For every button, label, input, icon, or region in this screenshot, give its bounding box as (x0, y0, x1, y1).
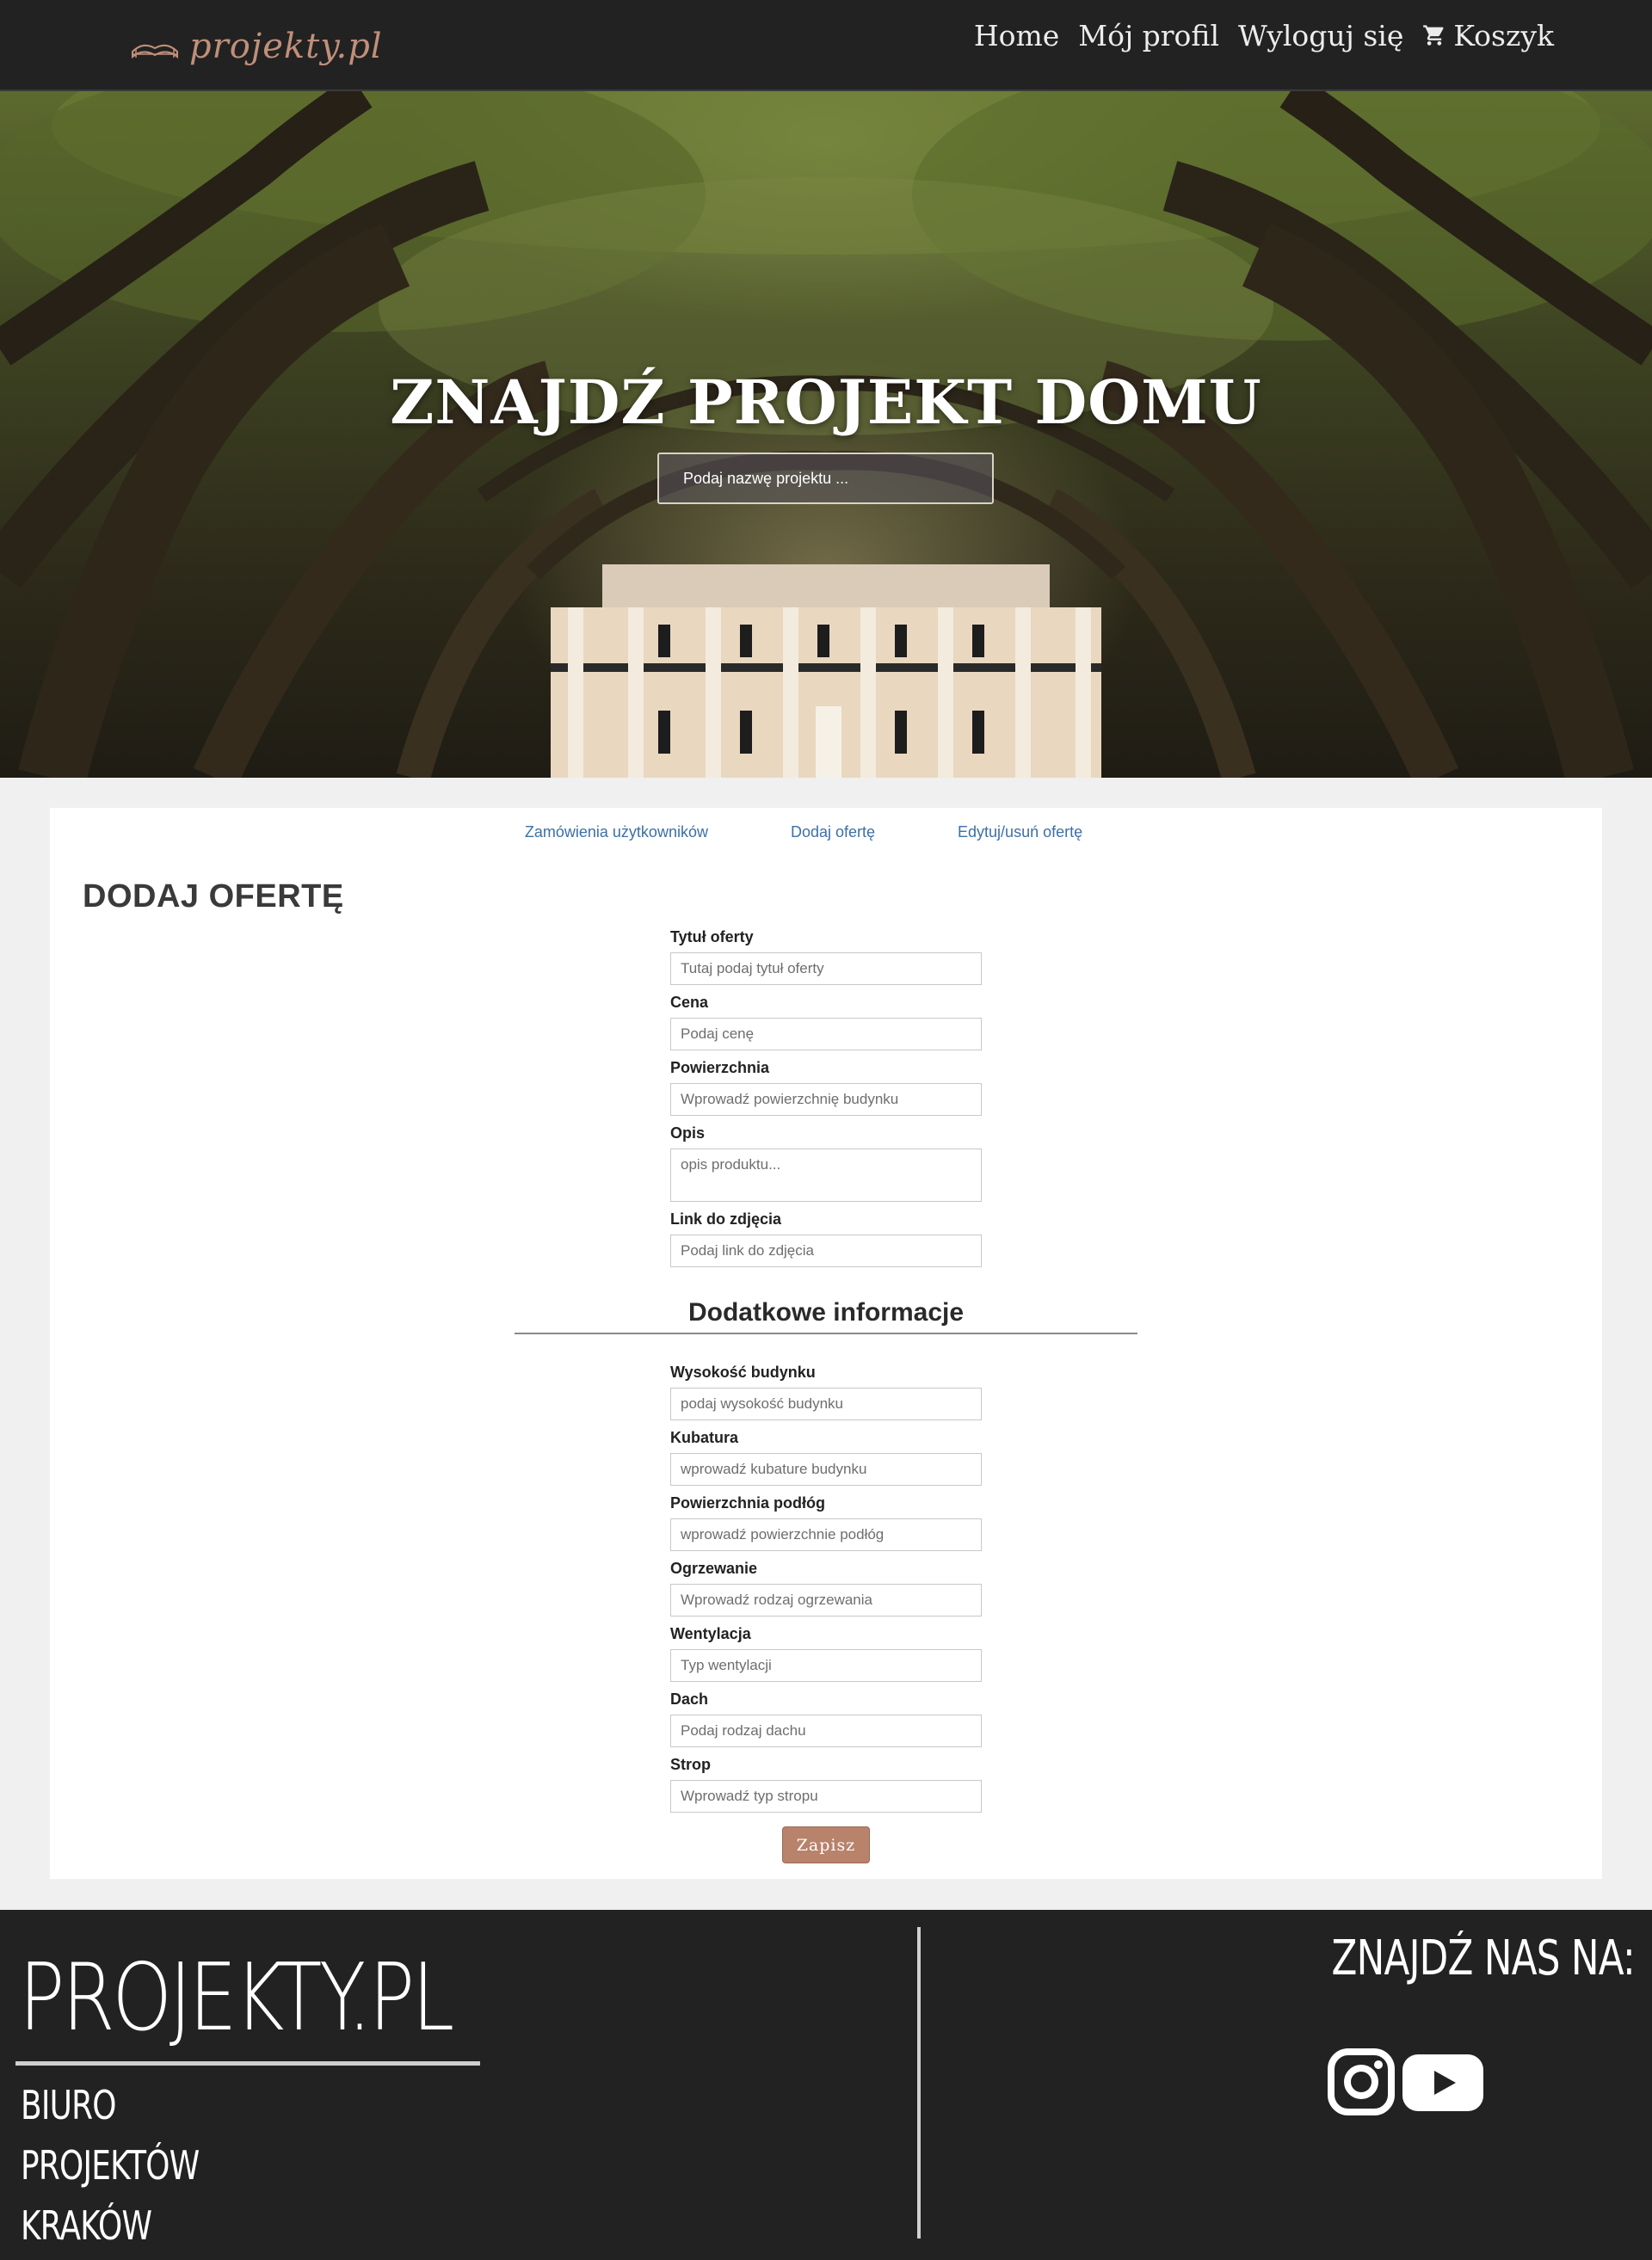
field-volume: Kubatura (670, 1429, 982, 1486)
offer-form: Tytuł oferty Cena Powierzchnia Opis Link… (670, 928, 982, 1276)
footer: PROJEKTY.PL BIURO PROJEKTÓW KRAKÓW ZNAJD… (0, 1910, 1652, 2260)
floor-area-input[interactable] (670, 1518, 982, 1551)
cart-icon (1423, 25, 1444, 46)
height-input[interactable] (670, 1388, 982, 1420)
ventilation-label: Wentylacja (670, 1625, 751, 1642)
instagram-icon[interactable] (1327, 2048, 1396, 2116)
description-textarea[interactable] (670, 1148, 982, 1202)
nav-cart-label: Koszyk (1453, 18, 1554, 52)
field-ventilation: Wentylacja (670, 1625, 982, 1682)
height-label: Wysokość budynku (670, 1364, 816, 1381)
footer-brand: PROJEKTY.PL (19, 1944, 454, 2052)
ventilation-input[interactable] (670, 1649, 982, 1682)
book-logo-icon (132, 44, 178, 59)
navbar: projekty.pl Home Mój profil Wyloguj się … (0, 0, 1652, 91)
admin-tabs: Zamówienia użytkowników Dodaj ofertę Edy… (50, 823, 1602, 841)
logo-text: projekty.pl (189, 27, 383, 66)
field-roof: Dach (670, 1690, 982, 1747)
tab-add-offer[interactable]: Dodaj ofertę (791, 823, 875, 841)
footer-divider (917, 1927, 921, 2238)
area-input[interactable] (670, 1083, 982, 1116)
ceiling-label: Strop (670, 1756, 711, 1773)
nav-home[interactable]: Home (974, 19, 1059, 52)
footer-line-projects: PROJEKTÓW (21, 2142, 200, 2189)
price-input[interactable] (670, 1018, 982, 1050)
floor-area-label: Powierzchnia podłóg (670, 1494, 826, 1512)
image-link-label: Link do zdjęcia (670, 1210, 782, 1228)
area-label: Powierzchnia (670, 1059, 770, 1076)
description-label: Opis (670, 1124, 706, 1142)
volume-label: Kubatura (670, 1429, 739, 1446)
admin-panel: Zamówienia użytkowników Dodaj ofertę Edy… (50, 808, 1602, 1879)
nav-links: Home Mój profil Wyloguj się Koszyk (974, 15, 1554, 55)
ceiling-input[interactable] (670, 1780, 982, 1813)
logo[interactable]: projekty.pl (131, 12, 383, 81)
hero-title: ZNAJDŹ PROJEKT DOMU (390, 366, 1262, 438)
nav-cart[interactable]: Koszyk (1422, 19, 1554, 52)
page-title: DODAJ OFERTĘ (83, 878, 344, 914)
roof-input[interactable] (670, 1715, 982, 1747)
heating-label: Ogrzewanie (670, 1560, 758, 1577)
youtube-icon[interactable] (1402, 2054, 1483, 2111)
footer-line-city: KRAKÓW (21, 2202, 152, 2249)
image-link-input[interactable] (670, 1235, 982, 1267)
field-area: Powierzchnia (670, 1059, 982, 1116)
roof-label: Dach (670, 1690, 709, 1708)
footer-line-office: BIURO (21, 2082, 117, 2128)
field-title: Tytuł oferty (670, 928, 982, 985)
extra-info-form: Wysokość budynku Kubatura Powierzchnia p… (670, 1364, 982, 1821)
title-label: Tytuł oferty (670, 928, 754, 945)
save-button[interactable]: Zapisz (782, 1826, 870, 1863)
title-input[interactable] (670, 952, 982, 985)
price-label: Cena (670, 994, 709, 1011)
field-heating: Ogrzewanie (670, 1560, 982, 1616)
find-us-heading: ZNAJDŹ NAS NA: (1331, 1931, 1635, 1986)
tab-edit-offer[interactable]: Edytuj/usuń ofertę (958, 823, 1082, 841)
footer-rule (15, 2061, 480, 2066)
field-floor-area: Powierzchnia podłóg (670, 1494, 982, 1551)
nav-my-profile[interactable]: Mój profil (1078, 19, 1219, 52)
field-image-link: Link do zdjęcia (670, 1210, 982, 1267)
heating-input[interactable] (670, 1584, 982, 1616)
field-description: Opis (670, 1124, 982, 1202)
nav-logout[interactable]: Wyloguj się (1238, 19, 1403, 52)
tab-user-orders[interactable]: Zamówienia użytkowników (525, 823, 708, 841)
project-search-input[interactable] (657, 453, 994, 504)
field-price: Cena (670, 994, 982, 1050)
field-ceiling: Strop (670, 1756, 982, 1813)
extra-info-heading: Dodatkowe informacje (515, 1298, 1137, 1334)
field-height: Wysokość budynku (670, 1364, 982, 1420)
volume-input[interactable] (670, 1453, 982, 1486)
hero-banner: ZNAJDŹ PROJEKT DOMU (0, 91, 1652, 778)
